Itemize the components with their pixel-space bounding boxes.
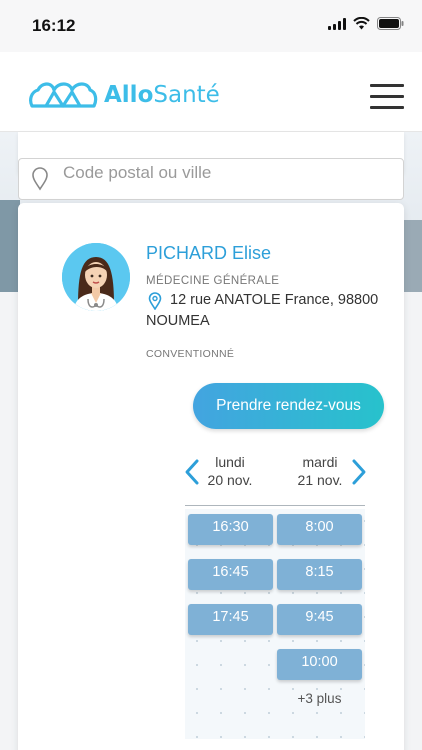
time-slot[interactable]: 8:15 [277, 559, 362, 590]
day-date: 20 nov. [207, 472, 253, 488]
calendar-divider [185, 505, 365, 506]
logo[interactable]: AlloSanté [28, 78, 220, 112]
logo-text-sante: Santé [153, 82, 220, 108]
location-pin-icon [32, 167, 48, 191]
city-building-right [402, 220, 422, 292]
time-slot[interactable]: 9:45 [277, 604, 362, 635]
location-search-field[interactable] [18, 158, 404, 200]
status-time: 16:12 [32, 16, 76, 35]
status-bar: 16:12 [0, 0, 422, 52]
more-slots-link[interactable]: +3 plus [277, 691, 362, 706]
status-icons [328, 17, 404, 30]
doctor-card: PICHARD Elise MÉDECINE GÉNÉRALE 12 rue A… [18, 203, 404, 750]
battery-icon [377, 17, 404, 30]
day-name: lundi [215, 454, 245, 470]
city-building-left [0, 200, 20, 292]
signal-icon [328, 17, 346, 30]
doctor-avatar [62, 243, 130, 311]
day-name: mardi [302, 454, 338, 470]
location-search-input[interactable] [63, 163, 363, 183]
time-slot[interactable]: 17:45 [188, 604, 273, 635]
time-slot[interactable]: 16:30 [188, 514, 273, 545]
time-slot[interactable]: 16:45 [188, 559, 273, 590]
hamburger-menu-icon[interactable] [370, 84, 404, 110]
book-appointment-button[interactable]: Prendre rendez-vous [193, 383, 384, 429]
logo-icon [29, 82, 98, 108]
doctor-address: 12 rue ANATOLE France, 98800 NOUMEA [146, 292, 379, 329]
day-date: 21 nov. [297, 472, 343, 488]
doctor-name[interactable]: PICHARD Elise [146, 243, 271, 264]
app-header: AlloSanté [0, 52, 422, 132]
wifi-icon [353, 17, 370, 30]
logo-text-allo: Allo [104, 82, 154, 108]
doctor-specialty: MÉDECINE GÉNÉRALE [146, 275, 280, 287]
calendar-day-monday: lundi 20 nov. [190, 453, 270, 489]
convention-status: CONVENTIONNÉ [146, 348, 235, 360]
chevron-right-icon[interactable] [351, 458, 367, 486]
time-slot[interactable]: 10:00 [277, 649, 362, 680]
calendar-day-tuesday: mardi 21 nov. [280, 453, 360, 489]
doctor-avatar-illustration [62, 243, 130, 311]
logo-text: AlloSanté [104, 82, 220, 108]
time-slot[interactable]: 8:00 [277, 514, 362, 545]
